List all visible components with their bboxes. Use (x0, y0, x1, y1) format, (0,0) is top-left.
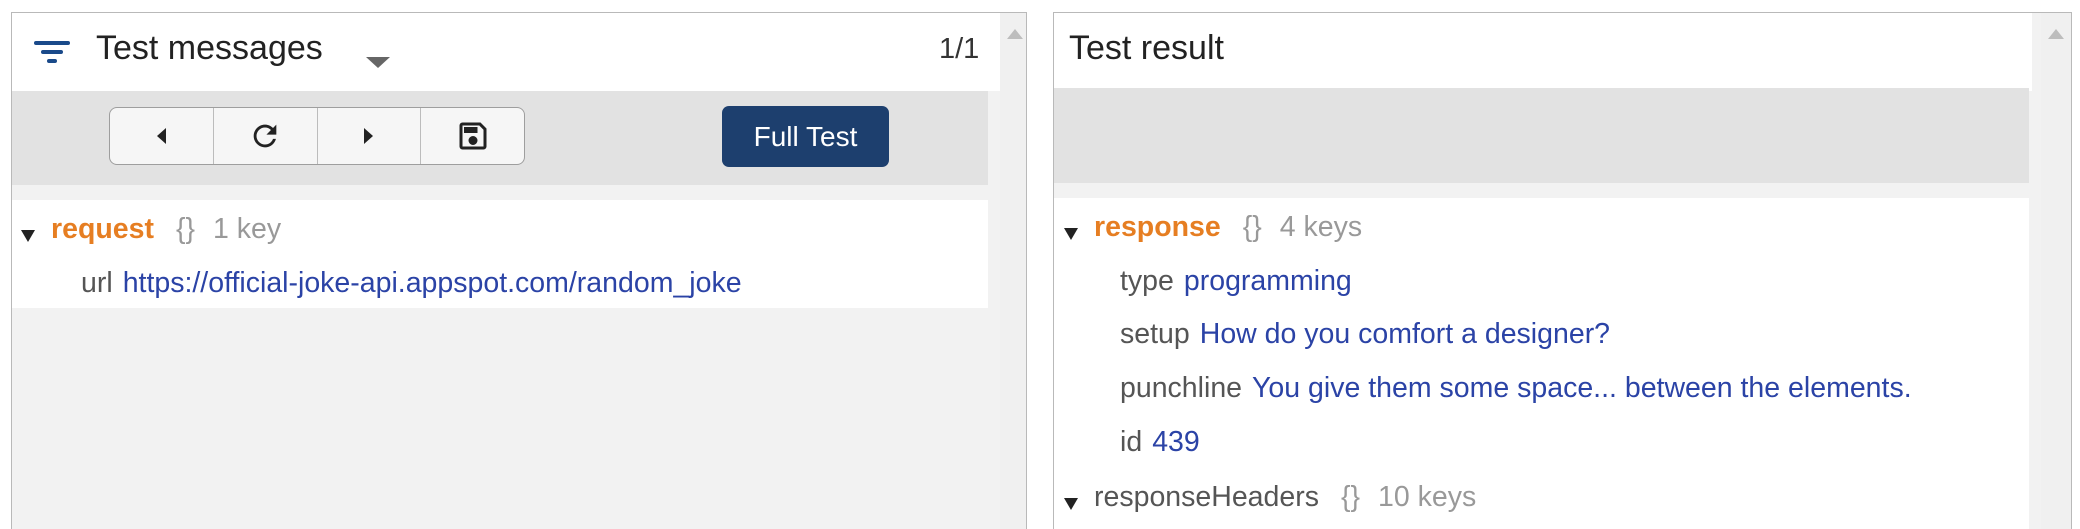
full-test-button[interactable]: Full Test (722, 106, 889, 167)
node-key-count: 4 keys (1279, 211, 1363, 243)
message-toolbar: Full Test (12, 91, 988, 185)
response-tree: response {} 4 keys type programming setup Ho… (1054, 198, 2029, 529)
node-key: response (1094, 211, 1221, 243)
tree-prop-type: type programming (1120, 265, 1352, 298)
panel-title: Test result (1069, 29, 1224, 67)
prop-key: type (1120, 265, 1174, 297)
test-result-header: Test result (1054, 13, 2032, 91)
prop-value: programming (1183, 265, 1352, 297)
tree-node-request[interactable]: request {} 1 key (51, 213, 281, 246)
save-icon (459, 122, 487, 150)
next-icon (364, 128, 374, 144)
expand-caret-icon[interactable] (21, 230, 35, 242)
node-braces: {} (1242, 211, 1262, 243)
tree-prop-setup: setup How do you comfort a designer? (1120, 318, 1610, 351)
refresh-button[interactable] (214, 108, 318, 164)
scrollbar[interactable] (1000, 13, 1026, 529)
expand-caret-icon[interactable] (1064, 228, 1078, 240)
previous-icon (156, 128, 166, 144)
refresh-icon (253, 124, 277, 148)
tree-prop-id: id 439 (1120, 426, 1200, 459)
test-messages-panel: Test messages 1/1 Full Test request {} 1… (11, 12, 1027, 529)
request-tree: request {} 1 key url https://official-joke-… (12, 200, 988, 308)
node-key-count: 10 keys (1378, 481, 1477, 513)
panel-title: Test messages (96, 29, 323, 67)
prop-value: How do you comfort a designer? (1199, 318, 1611, 350)
scrollbar[interactable] (2041, 13, 2071, 529)
message-nav-button-group (109, 107, 525, 165)
filter-icon[interactable] (34, 35, 72, 69)
next-button[interactable] (318, 108, 422, 164)
tree-node-response[interactable]: response {} 4 keys (1094, 211, 1362, 244)
expand-caret-icon[interactable] (1064, 498, 1078, 510)
save-button[interactable] (421, 108, 524, 164)
prop-key: url (81, 267, 113, 299)
scroll-up-icon[interactable] (1007, 29, 1023, 39)
node-key-count: 1 key (213, 213, 282, 245)
tree-node-response-headers[interactable]: responseHeaders {} 10 keys (1094, 481, 1476, 514)
prop-value: You give them some space... between the … (1252, 372, 1912, 404)
node-braces: {} (1340, 481, 1361, 513)
test-result-panel: Test result response {} 4 keys type program… (1053, 12, 2072, 529)
dropdown-caret-icon[interactable] (366, 57, 390, 68)
tree-prop-punchline: punchline You give them some space... bet… (1120, 372, 1912, 405)
prop-key: id (1120, 426, 1143, 458)
scroll-up-icon[interactable] (2048, 29, 2064, 39)
node-key: responseHeaders (1094, 481, 1319, 513)
node-braces: {} (175, 213, 195, 245)
prop-value: https://official-joke-api.appspot.com/ra… (122, 267, 742, 299)
result-toolbar (1054, 88, 2029, 183)
message-counter: 1/1 (939, 33, 980, 65)
previous-button[interactable] (110, 108, 214, 164)
tree-prop-url: url https://official-joke-api.appspot.com… (81, 267, 742, 300)
prop-key: punchline (1120, 372, 1243, 404)
prop-key: setup (1120, 318, 1190, 350)
node-key: request (51, 213, 154, 245)
test-messages-header: Test messages 1/1 (12, 13, 1022, 91)
prop-value: 439 (1152, 426, 1200, 458)
